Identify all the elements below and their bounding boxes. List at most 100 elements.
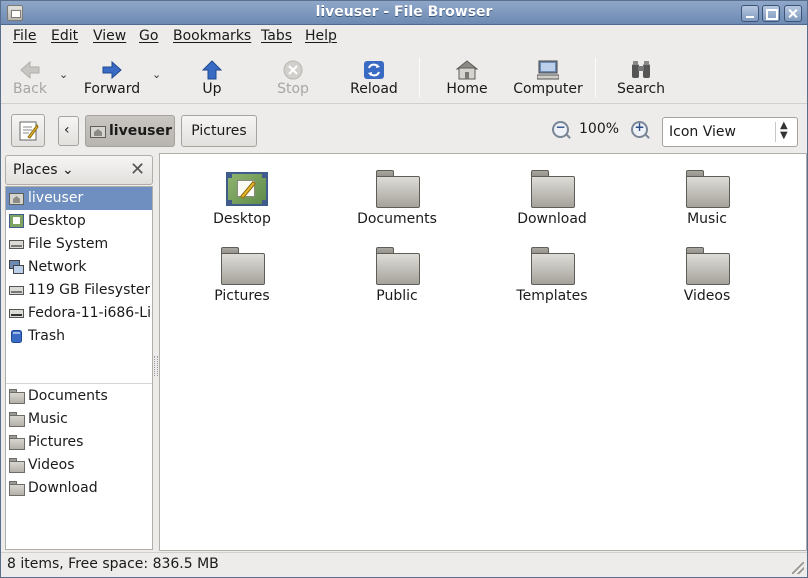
folder-icon (531, 168, 575, 208)
chevron-left-icon: ‹ (64, 122, 70, 138)
menu-go[interactable]: Go (139, 28, 158, 44)
file-item-public[interactable]: Public (322, 235, 472, 305)
file-item-music[interactable]: Music (632, 158, 782, 228)
sidebar-item-fedora-live[interactable]: Fedora-11-i686-Live (6, 302, 152, 325)
folder-icon (531, 245, 575, 285)
home-button[interactable]: Home (442, 54, 492, 102)
network-icon (9, 260, 24, 274)
sidebar-item-desktop[interactable]: Desktop (6, 210, 152, 233)
file-item-desktop[interactable]: Desktop (167, 158, 317, 228)
icon-view[interactable]: Desktop Documents Download Music Picture… (159, 153, 807, 551)
file-item-templates[interactable]: Templates (477, 235, 627, 305)
sidebar-item-label: Pictures (28, 434, 84, 450)
sidebar-item-label: File System (28, 236, 109, 252)
stop-label: Stop (277, 81, 309, 97)
resize-grip-icon[interactable] (792, 562, 804, 574)
close-sidebar-icon[interactable]: ✕ (130, 159, 145, 180)
sidebar-item-pictures[interactable]: Pictures (6, 431, 152, 454)
title-bar[interactable]: liveuser - File Browser (1, 1, 807, 25)
status-bar: 8 items, Free space: 836.5 MB (1, 552, 807, 577)
menu-view[interactable]: View (93, 28, 126, 44)
sidebar-item-119gb-filesystem[interactable]: 119 GB Filesystem (6, 279, 152, 302)
menu-help[interactable]: Help (305, 28, 337, 44)
sidebar-item-documents[interactable]: Documents (6, 385, 152, 408)
file-item-label: Templates (516, 288, 588, 304)
computer-label: Computer (513, 81, 583, 97)
toolbar: Back ⌄ Forward ⌄ Up Stop Reload Home Com… (1, 50, 807, 104)
combo-separator (775, 122, 776, 142)
sidebar-item-label: Desktop (28, 213, 86, 229)
computer-button[interactable]: Computer (510, 54, 586, 102)
folder-icon (686, 245, 730, 285)
zoom-out-icon[interactable]: − (552, 120, 569, 138)
sidebar-item-label: Music (28, 411, 68, 427)
binoculars-icon (632, 61, 650, 78)
back-history-dropdown-icon[interactable]: ⌄ (59, 68, 69, 81)
zoom-in-icon[interactable]: + (631, 120, 648, 138)
toolbar-separator (595, 58, 596, 98)
pane-resize-handle[interactable] (154, 356, 158, 376)
up-button[interactable]: Up (187, 54, 237, 102)
up-down-arrows-icon: ▲ ▼ (780, 120, 788, 141)
file-item-label: Videos (683, 288, 731, 304)
view-mode-value: Icon View (669, 124, 736, 140)
forward-button[interactable]: Forward (77, 54, 147, 102)
menu-tabs[interactable]: Tabs (261, 28, 292, 44)
menu-file[interactable]: File (13, 28, 36, 44)
stop-icon (283, 60, 303, 80)
sidebar-item-label: Fedora-11-i686-Live (28, 305, 150, 321)
menu-bar: File Edit View Go Bookmarks Tabs Help (1, 25, 807, 49)
back-button[interactable]: Back (5, 54, 55, 102)
reload-button[interactable]: Reload (344, 54, 404, 102)
sidebar-item-label: Documents (28, 388, 108, 404)
path-button-pictures[interactable]: Pictures (181, 115, 257, 147)
sidebar-item-label: Network (28, 259, 87, 275)
file-browser-window: liveuser - File Browser File Edit View G… (0, 0, 808, 578)
path-label-liveuser: liveuser (109, 123, 172, 139)
sidebar-mode-select[interactable]: Places ⌄ (13, 162, 74, 178)
path-button-liveuser[interactable]: liveuser (85, 115, 175, 147)
minimize-button[interactable] (741, 5, 759, 22)
sidebar-item-download[interactable]: Download (6, 477, 152, 500)
window-title: liveuser - File Browser (315, 4, 493, 20)
menu-bookmarks[interactable]: Bookmarks (173, 28, 251, 44)
sidebar-item-trash[interactable]: Trash (6, 325, 152, 348)
home-icon (456, 60, 478, 80)
maximize-button[interactable] (762, 5, 780, 22)
path-scroll-left-button[interactable]: ‹ (58, 116, 79, 146)
file-item-download[interactable]: Download (477, 158, 627, 228)
text-editor-icon (19, 121, 39, 141)
sidebar-item-liveuser[interactable]: liveuser (6, 187, 152, 210)
sidebar-item-network[interactable]: Network (6, 256, 152, 279)
file-item-label: Desktop (213, 211, 271, 227)
sidebar: Places ⌄ ✕ liveuser Desktop File System … (1, 153, 155, 551)
up-arrow-icon (201, 60, 223, 80)
toolbar-separator (419, 58, 420, 98)
close-window-button[interactable] (784, 5, 802, 22)
file-item-pictures[interactable]: Pictures (167, 235, 317, 305)
up-label: Up (202, 81, 222, 97)
view-mode-select[interactable]: Icon View ▲ ▼ (662, 117, 798, 147)
sidebar-item-music[interactable]: Music (6, 408, 152, 431)
reload-icon (364, 61, 384, 79)
drive-icon (9, 286, 24, 295)
zoom-level[interactable]: 100% (579, 121, 619, 137)
sidebar-item-file-system[interactable]: File System (6, 233, 152, 256)
sidebar-item-videos[interactable]: Videos (6, 454, 152, 477)
folder-icon (9, 481, 25, 496)
search-button[interactable]: Search (613, 54, 669, 102)
sidebar-header[interactable]: Places ⌄ ✕ (5, 155, 153, 185)
toggle-location-entry-button[interactable] (11, 114, 45, 147)
chevron-down-icon: ⌄ (57, 162, 74, 178)
forward-history-dropdown-icon[interactable]: ⌄ (152, 68, 162, 81)
menu-edit[interactable]: Edit (51, 28, 78, 44)
sidebar-item-label: 119 GB Filesystem (28, 282, 150, 298)
sidebar-item-label: Videos (28, 457, 75, 473)
stop-button[interactable]: Stop (268, 54, 318, 102)
drive-icon (9, 240, 24, 249)
file-item-documents[interactable]: Documents (322, 158, 472, 228)
file-item-label: Pictures (214, 288, 270, 304)
folder-icon (9, 412, 25, 427)
file-item-videos[interactable]: Videos (632, 235, 782, 305)
trash-icon (11, 330, 22, 343)
